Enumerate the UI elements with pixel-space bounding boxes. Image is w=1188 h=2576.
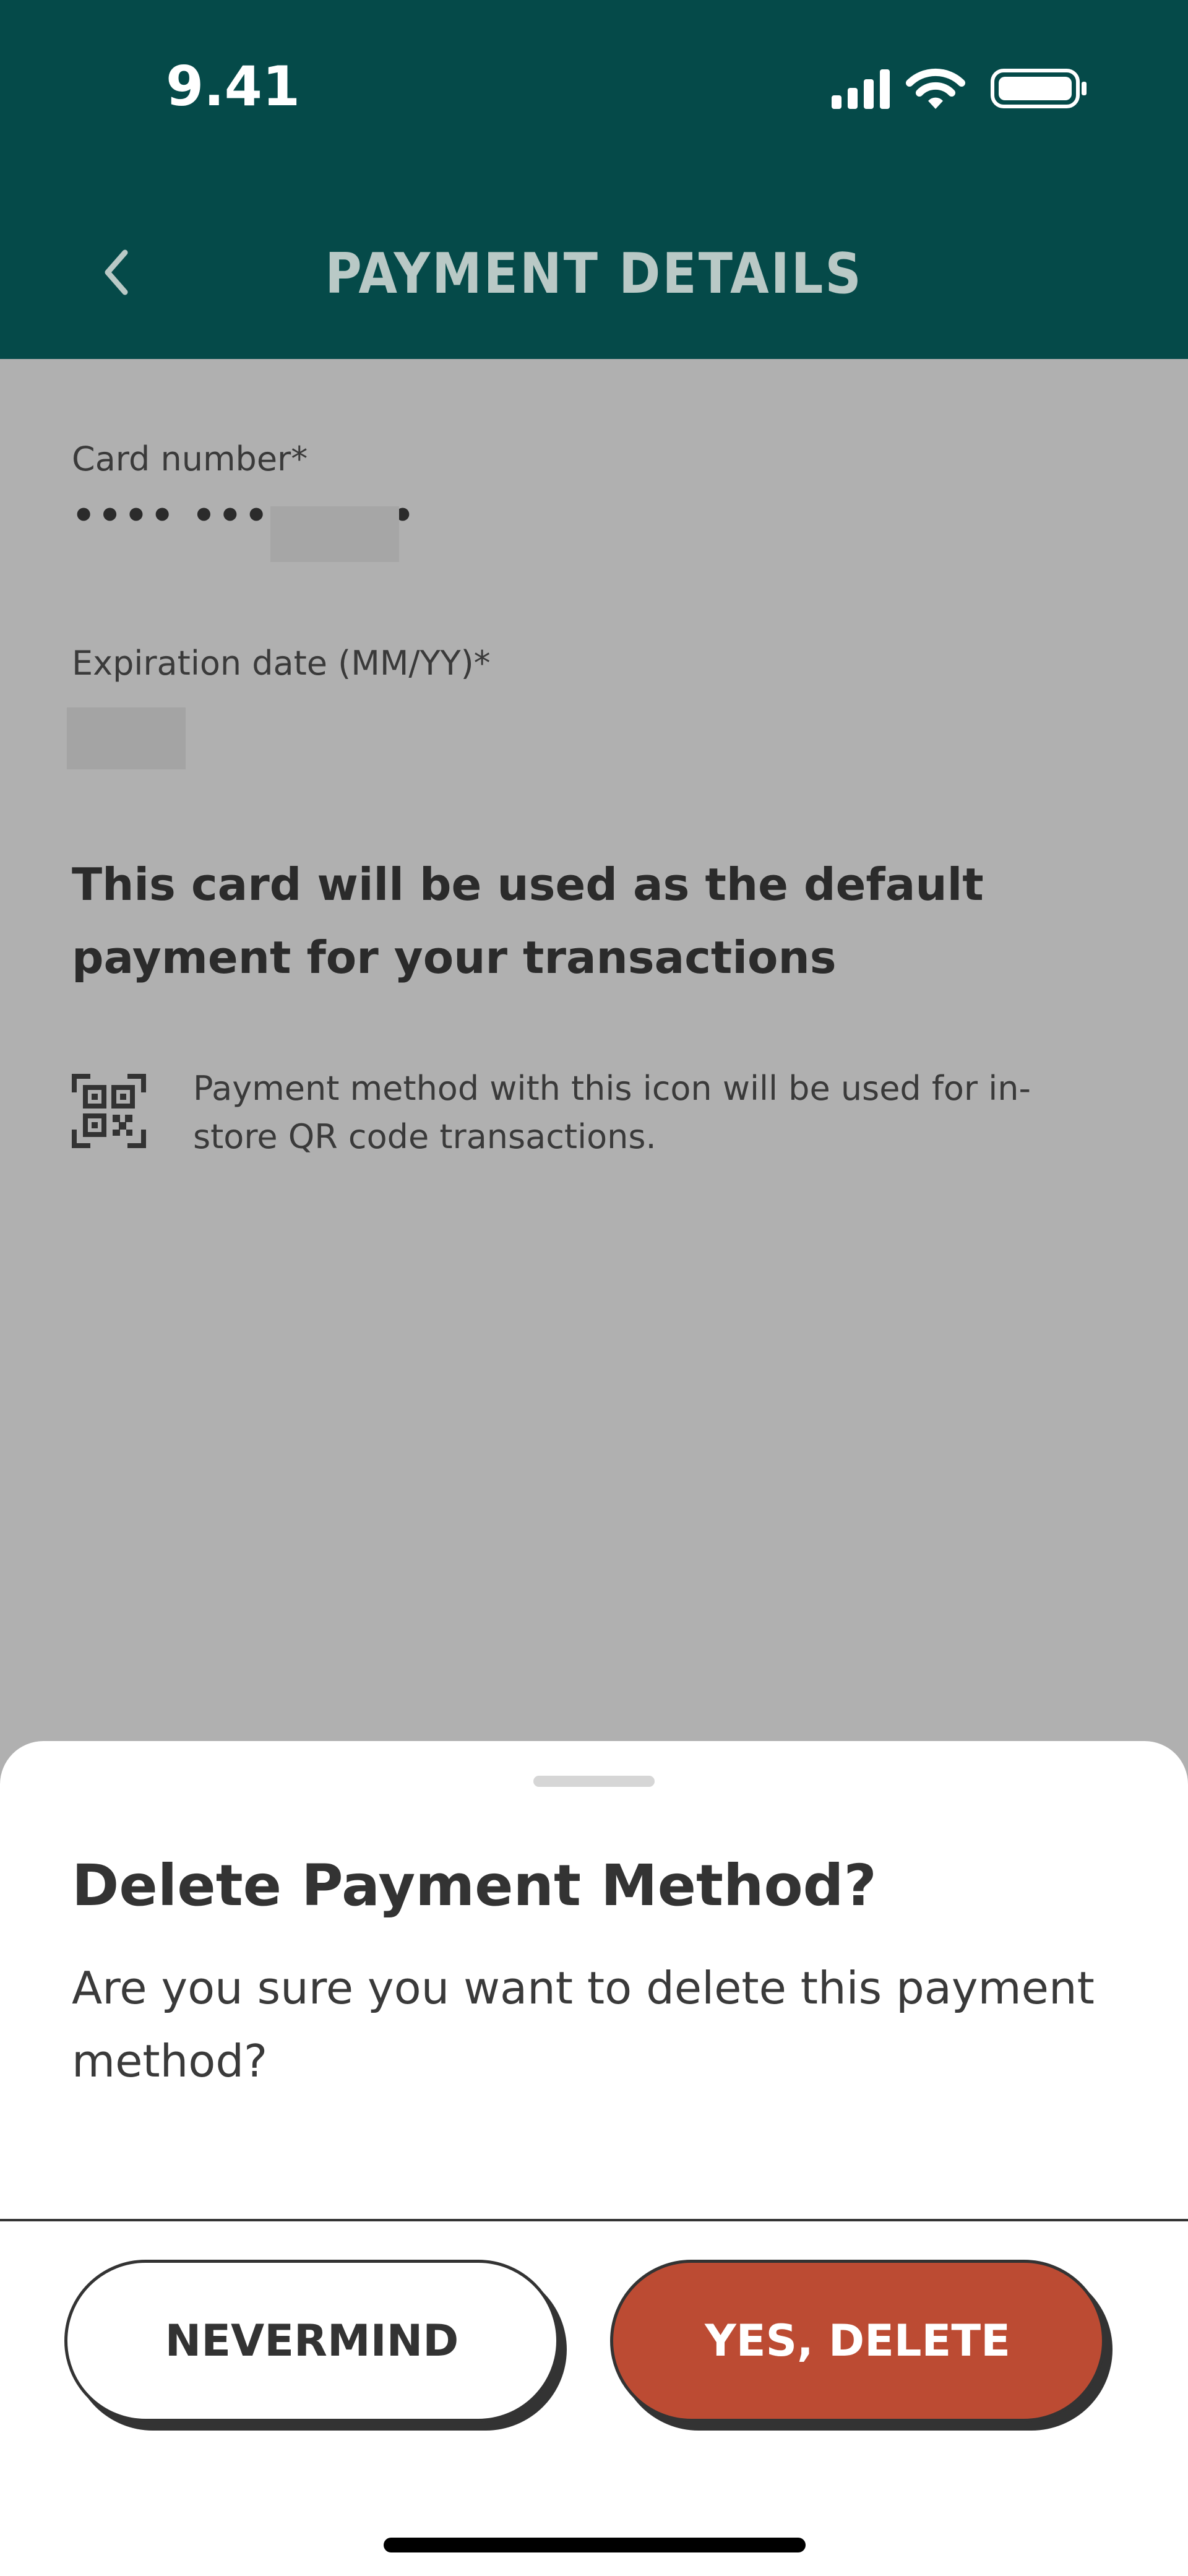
default-card-message: This card will be used as the default pa… — [72, 858, 984, 983]
confirm-delete-button[interactable]: YES, DELETE — [610, 2260, 1105, 2422]
status-bar: 9.41 — [0, 0, 1188, 179]
expiration-label: Expiration date (MM/YY)* — [72, 644, 491, 683]
page-title: PAYMENT DETAILS — [325, 241, 863, 306]
battery-icon — [991, 69, 1087, 108]
qr-code-icon — [72, 1074, 146, 1148]
sheet-grabber[interactable] — [533, 1776, 655, 1787]
nevermind-button-label: NEVERMIND — [165, 2315, 459, 2366]
delete-dialog-sheet: Delete Payment Method? Are you sure you … — [0, 1741, 1188, 2576]
home-indicator — [384, 2538, 806, 2552]
divider — [0, 2219, 1188, 2221]
confirm-delete-button-label: YES, DELETE — [705, 2315, 1010, 2366]
card-number-label: Card number* — [72, 439, 308, 478]
dialog-title: Delete Payment Method? — [72, 1852, 877, 1919]
status-time: 9.41 — [166, 54, 301, 118]
card-number-redacted — [270, 506, 399, 562]
expiration-redacted — [67, 707, 186, 769]
wifi-icon — [906, 68, 965, 109]
nevermind-button[interactable]: NEVERMIND — [64, 2260, 559, 2422]
signal-icon — [832, 69, 890, 109]
qr-note: Payment method with this icon will be us… — [193, 1069, 1031, 1156]
payment-form: Card number* •••• •••• •••• Expiration d… — [0, 359, 1188, 1745]
dialog-message: Are you sure you want to delete this pay… — [72, 1962, 1095, 2087]
header-bar: PAYMENT DETAILS — [0, 179, 1188, 359]
